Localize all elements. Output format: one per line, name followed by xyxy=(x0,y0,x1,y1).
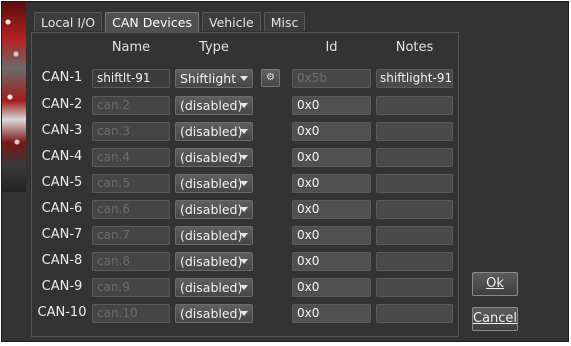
tab-can-devices[interactable]: CAN Devices xyxy=(105,12,199,32)
notes-field[interactable] xyxy=(376,226,453,245)
row-label: CAN-10 xyxy=(37,305,87,320)
id-field[interactable]: 0x0 xyxy=(292,174,371,193)
chevron-down-icon xyxy=(240,311,248,316)
notes-field[interactable] xyxy=(376,96,453,115)
ok-button[interactable]: Ok xyxy=(472,272,518,296)
id-field[interactable]: 0x0 xyxy=(292,278,371,297)
name-field[interactable]: can.2 xyxy=(92,96,170,115)
row-label: CAN-5 xyxy=(41,175,83,190)
type-dropdown[interactable]: (disabled) xyxy=(175,96,253,115)
type-value: (disabled) xyxy=(180,306,243,321)
dialog-window: Local I/O CAN Devices Vehicle Misc Name … xyxy=(1,1,569,342)
header-type: Type xyxy=(199,40,229,55)
id-field[interactable]: 0x0 xyxy=(292,122,371,141)
header-name: Name xyxy=(111,40,151,55)
chevron-down-icon xyxy=(240,207,248,212)
id-field[interactable]: 0x0 xyxy=(292,96,371,115)
background-image-strip xyxy=(2,2,26,192)
type-dropdown[interactable]: (disabled) xyxy=(175,200,253,219)
type-dropdown[interactable]: (disabled) xyxy=(175,252,253,271)
row-label: CAN-9 xyxy=(41,279,83,294)
type-value: Shiftlight xyxy=(180,71,237,86)
type-value: (disabled) xyxy=(180,176,243,191)
cancel-label: Cancel xyxy=(473,311,518,326)
name-field[interactable]: can.3 xyxy=(92,122,170,141)
row-label: CAN-7 xyxy=(41,227,83,242)
notes-field[interactable] xyxy=(376,304,453,323)
chevron-down-icon xyxy=(240,103,248,108)
row-label: CAN-3 xyxy=(41,123,83,138)
type-value: (disabled) xyxy=(180,254,243,269)
type-value: (disabled) xyxy=(180,202,243,217)
id-field[interactable]: 0x0 xyxy=(292,304,371,323)
header-notes: Notes xyxy=(395,40,434,55)
tab-local-io[interactable]: Local I/O xyxy=(34,12,103,31)
id-field[interactable]: 0x0 xyxy=(292,148,371,167)
id-field[interactable]: 0x0 xyxy=(292,226,371,245)
name-field[interactable]: can.7 xyxy=(92,226,170,245)
type-value: (disabled) xyxy=(180,124,243,139)
row-label: CAN-2 xyxy=(41,97,83,112)
type-dropdown[interactable]: (disabled) xyxy=(175,226,253,245)
name-field[interactable]: can.5 xyxy=(92,174,170,193)
type-dropdown[interactable]: (disabled) xyxy=(175,304,253,323)
notes-field[interactable] xyxy=(376,122,453,141)
notes-field[interactable]: shiftlight-91 xyxy=(376,69,453,88)
configure-button[interactable]: ⚙ xyxy=(261,69,280,87)
id-field[interactable]: 0x5b xyxy=(292,69,371,88)
type-value: (disabled) xyxy=(180,150,243,165)
chevron-down-icon xyxy=(240,259,248,264)
name-field[interactable]: can.8 xyxy=(92,252,170,271)
name-field[interactable]: can.6 xyxy=(92,200,170,219)
row-label: CAN-1 xyxy=(41,70,83,85)
type-value: (disabled) xyxy=(180,280,243,295)
notes-field[interactable] xyxy=(376,200,453,219)
type-dropdown[interactable]: Shiftlight xyxy=(175,69,253,88)
row-label: CAN-4 xyxy=(41,149,83,164)
chevron-down-icon xyxy=(240,181,248,186)
chevron-down-icon xyxy=(240,285,248,290)
notes-field[interactable] xyxy=(376,278,453,297)
type-value: (disabled) xyxy=(180,98,243,113)
name-field[interactable]: can.10 xyxy=(92,304,170,323)
tab-bar: Local I/O CAN Devices Vehicle Misc xyxy=(34,12,308,32)
chevron-down-icon xyxy=(240,233,248,238)
type-dropdown[interactable]: (disabled) xyxy=(175,174,253,193)
type-dropdown[interactable]: (disabled) xyxy=(175,122,253,141)
chevron-down-icon xyxy=(240,76,248,81)
row-label: CAN-8 xyxy=(41,253,83,268)
tab-misc[interactable]: Misc xyxy=(263,12,306,31)
tab-vehicle[interactable]: Vehicle xyxy=(201,12,261,31)
notes-field[interactable] xyxy=(376,148,453,167)
cancel-button[interactable]: Cancel xyxy=(472,307,518,331)
name-field[interactable]: can.4 xyxy=(92,148,170,167)
id-field[interactable]: 0x0 xyxy=(292,252,371,271)
type-value: (disabled) xyxy=(180,228,243,243)
header-id: Id xyxy=(325,40,338,55)
chevron-down-icon xyxy=(240,155,248,160)
row-label: CAN-6 xyxy=(41,201,83,216)
type-dropdown[interactable]: (disabled) xyxy=(175,278,253,297)
name-field[interactable]: can.9 xyxy=(92,278,170,297)
gear-icon: ⚙ xyxy=(266,72,275,83)
chevron-down-icon xyxy=(240,129,248,134)
name-field[interactable]: shiftlt-91 xyxy=(92,69,170,88)
id-field[interactable]: 0x0 xyxy=(292,200,371,219)
notes-field[interactable] xyxy=(376,174,453,193)
notes-field[interactable] xyxy=(376,252,453,271)
type-dropdown[interactable]: (disabled) xyxy=(175,148,253,167)
ok-label: Ok xyxy=(486,276,504,291)
